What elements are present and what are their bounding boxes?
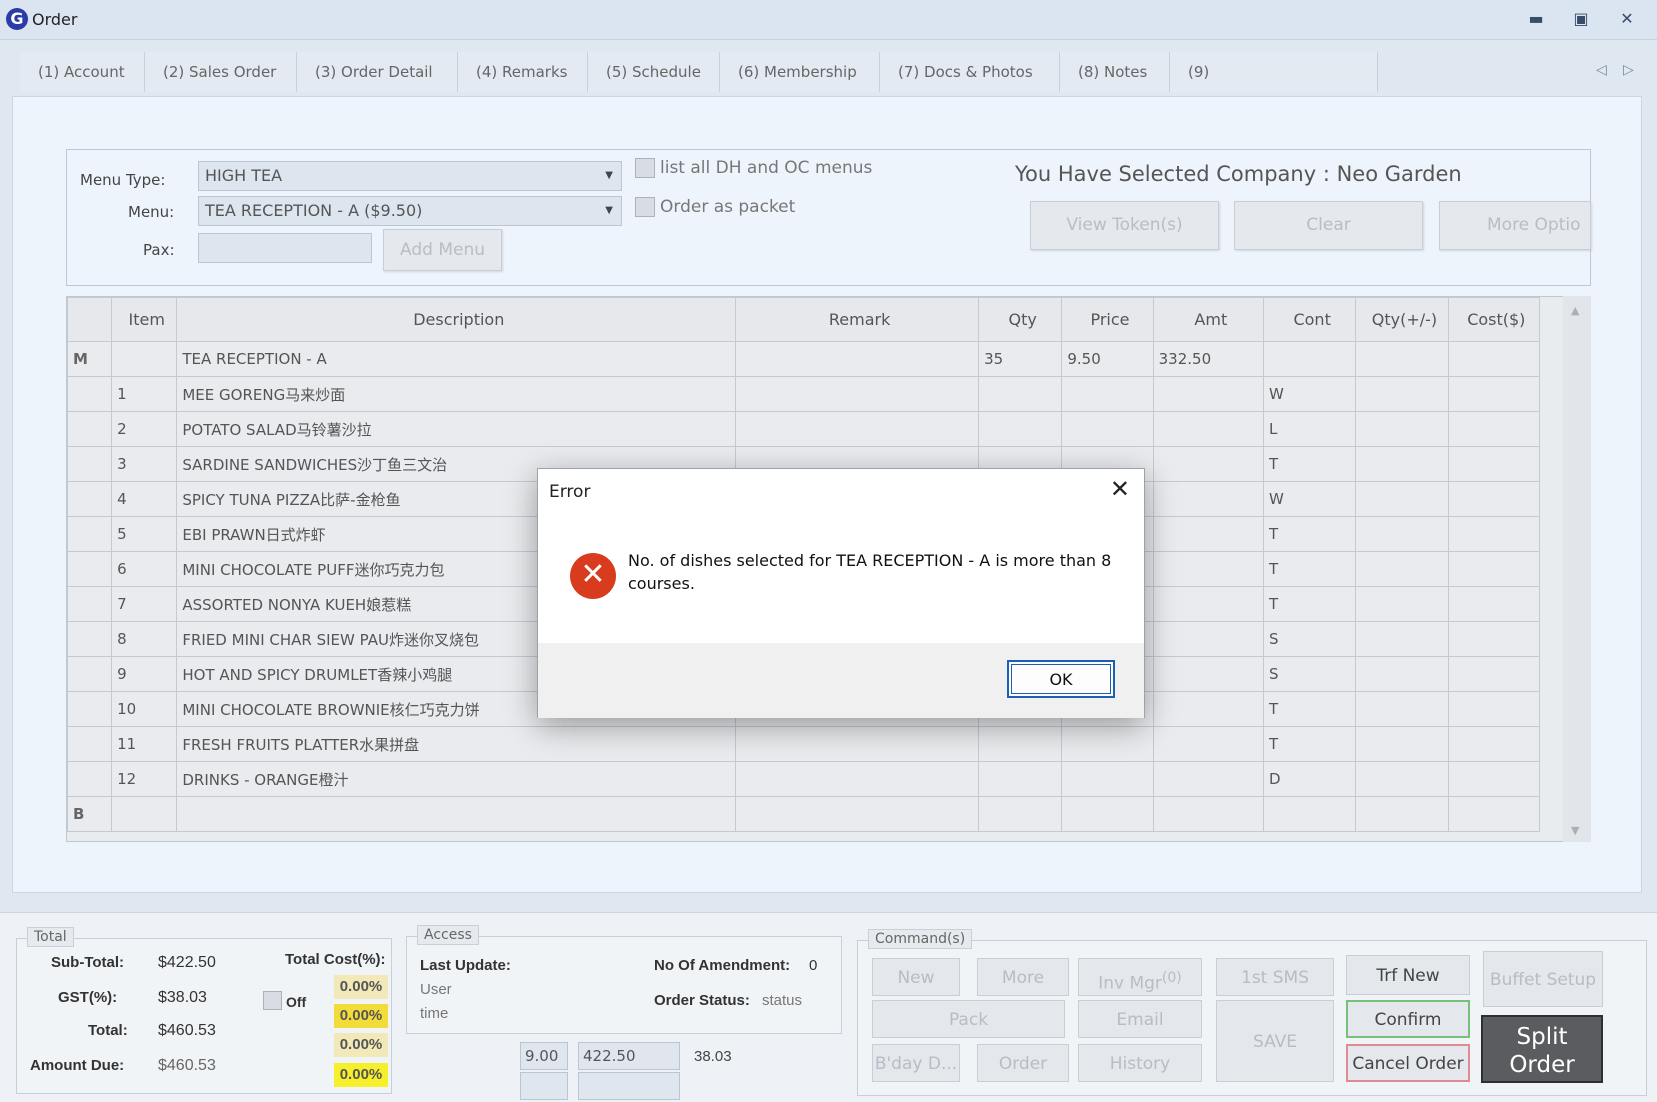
dialog-title: Error <box>549 482 591 502</box>
ok-button[interactable]: OK <box>1007 660 1115 698</box>
dialog-body: ✕ No. of dishes selected for TEA RECEPTI… <box>538 513 1144 643</box>
dialog-footer: OK <box>538 643 1144 718</box>
dialog-message: No. of dishes selected for TEA RECEPTION… <box>628 551 1112 593</box>
error-dialog: Error ✕ ✕ No. of dishes selected for TEA… <box>537 468 1145 718</box>
error-icon: ✕ <box>570 553 616 599</box>
close-icon[interactable]: ✕ <box>1110 477 1130 501</box>
